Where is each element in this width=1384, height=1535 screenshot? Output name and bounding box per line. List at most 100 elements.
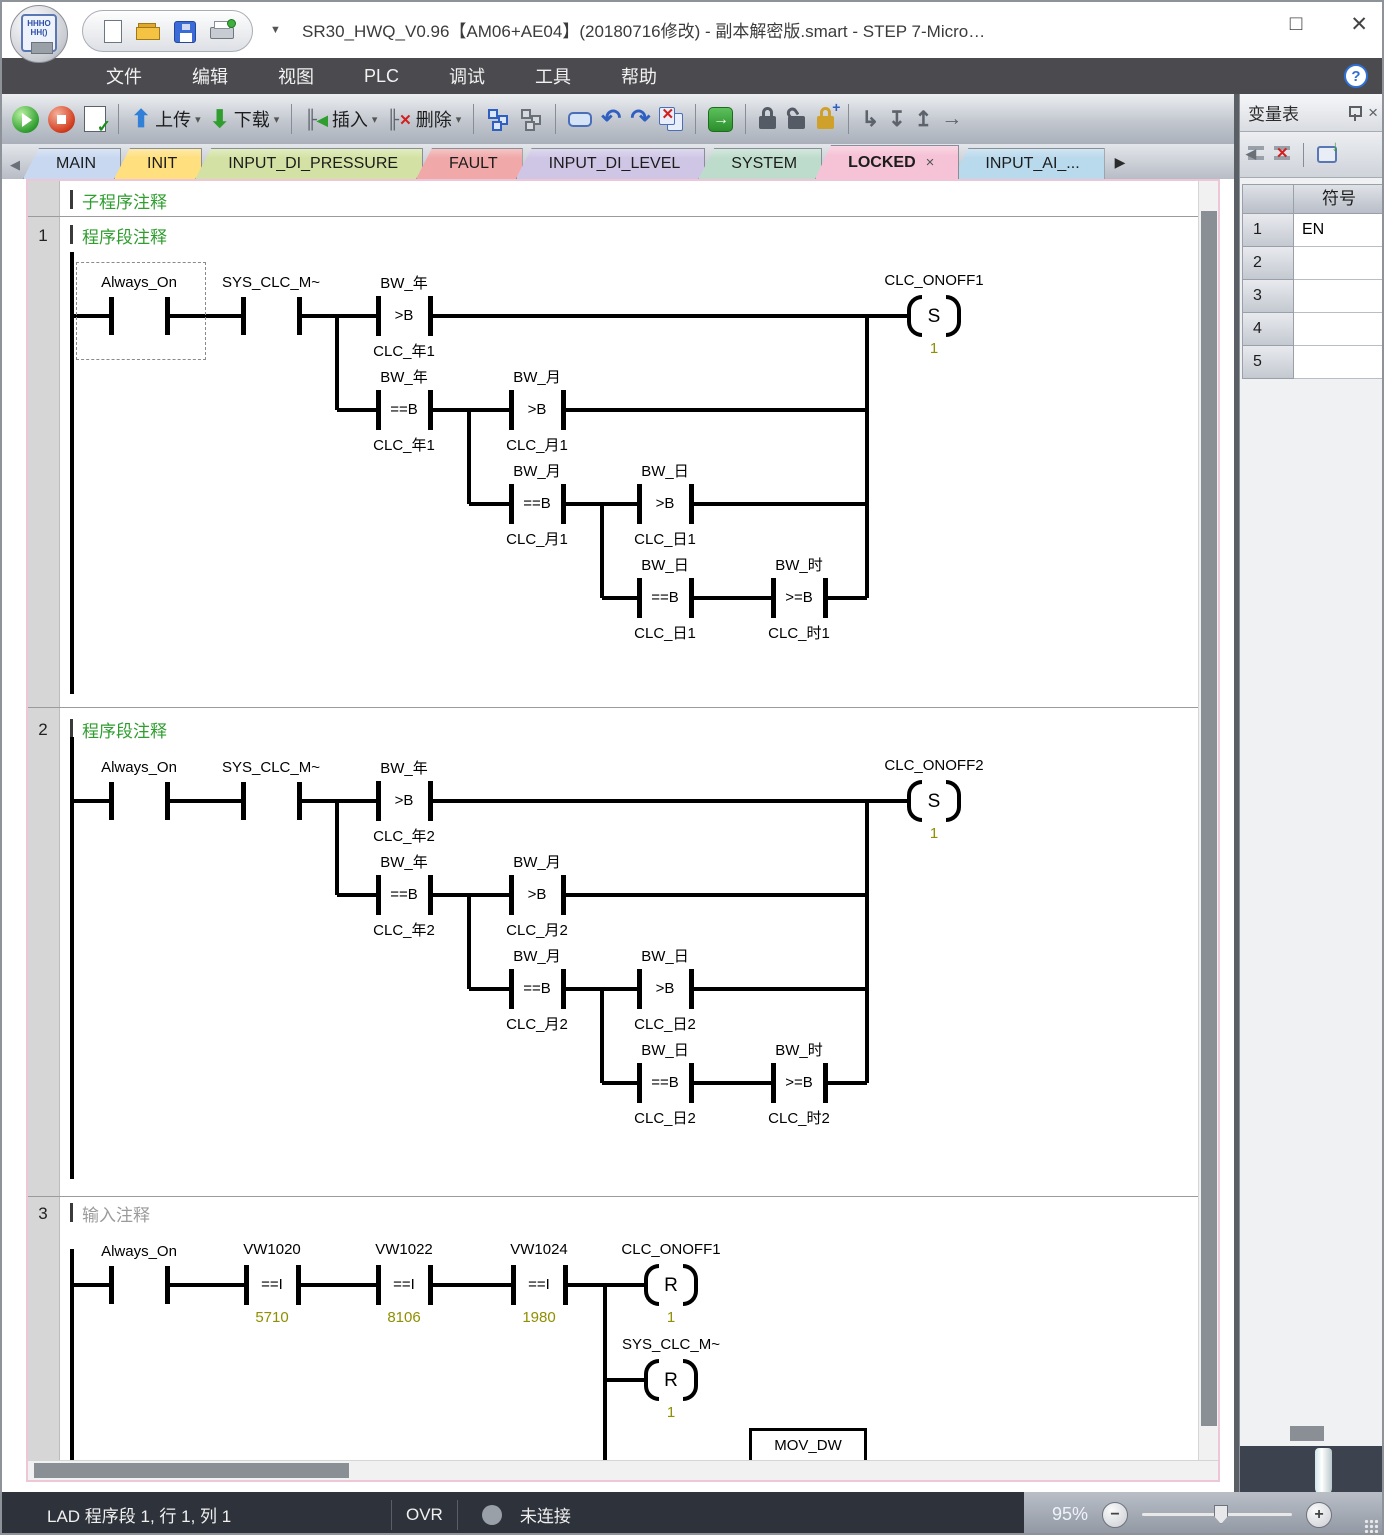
lock-closed-icon[interactable] xyxy=(758,107,778,131)
zoom-slider-thumb[interactable] xyxy=(1214,1505,1228,1524)
tab-SYSTEM[interactable]: SYSTEM xyxy=(698,148,822,179)
compare-op[interactable]: >=B xyxy=(775,1074,823,1091)
menu-item-4[interactable]: 调试 xyxy=(449,63,485,89)
delete-row-icon[interactable]: ✕ xyxy=(1274,146,1290,164)
coil-letter[interactable]: S xyxy=(914,791,954,813)
row-number-cell[interactable]: 4 xyxy=(1242,313,1294,346)
compare-op[interactable]: ==I xyxy=(248,1276,296,1293)
insert-button[interactable]: ╟◀ 插入 ▾ xyxy=(304,106,377,132)
symbol-cell[interactable] xyxy=(1294,313,1384,346)
compare-op[interactable]: ==B xyxy=(380,886,428,903)
tab-MAIN[interactable]: MAIN xyxy=(23,148,121,179)
editor-horizontal-scrollbar[interactable] xyxy=(28,1460,1218,1480)
panel-scroll-pill[interactable] xyxy=(1315,1448,1332,1496)
redo-icon[interactable]: ↷ xyxy=(630,109,650,129)
menu-item-0[interactable]: 文件 xyxy=(106,63,142,89)
network-comment[interactable]: 程序段注释 xyxy=(82,717,167,742)
zoom-slider-track[interactable] xyxy=(1142,1513,1292,1516)
row-number-cell[interactable]: 3 xyxy=(1242,280,1294,313)
download-button[interactable]: ⬇ 下载 ▾ xyxy=(210,105,280,134)
compare-op[interactable]: >B xyxy=(513,401,561,418)
tab-INPUT_DI_LEVEL[interactable]: INPUT_DI_LEVEL xyxy=(516,148,706,179)
ladder-line-up-icon[interactable]: ↥ xyxy=(915,107,933,132)
symbol-cell[interactable]: EN xyxy=(1294,214,1384,247)
insert-row-icon[interactable]: ◀ xyxy=(1248,146,1264,164)
menu-item-5[interactable]: 工具 xyxy=(535,63,571,89)
symbol-cell[interactable] xyxy=(1294,280,1384,313)
compare-op[interactable]: ==I xyxy=(380,1276,428,1293)
symbol-cell[interactable] xyxy=(1294,247,1384,280)
contact[interactable] xyxy=(241,781,301,821)
delete-pages-icon[interactable] xyxy=(659,107,683,131)
tab-LOCKED[interactable]: LOCKED× xyxy=(815,145,959,179)
coil-letter[interactable]: R xyxy=(651,1370,691,1392)
resize-grip[interactable] xyxy=(1364,1519,1378,1533)
program-blocks-icon[interactable] xyxy=(486,107,510,131)
program-blocks-gray-icon[interactable] xyxy=(519,107,543,131)
instruction-box[interactable]: MOV_DW xyxy=(749,1428,867,1460)
compare-op[interactable]: >B xyxy=(641,495,689,512)
tab-INPUT_DI_PRESSURE[interactable]: INPUT_DI_PRESSURE xyxy=(195,148,423,179)
vertical-scroll-thumb[interactable] xyxy=(1201,211,1217,1426)
tab-INPUT_AI_...[interactable]: INPUT_AI_... xyxy=(952,148,1104,179)
coil-letter[interactable]: S xyxy=(914,306,954,328)
menu-item-6[interactable]: 帮助 xyxy=(621,63,657,89)
go-to-icon[interactable]: → xyxy=(708,107,733,132)
tab-close-icon[interactable]: × xyxy=(926,154,935,171)
menu-item-2[interactable]: 视图 xyxy=(278,63,314,89)
horizontal-scroll-thumb[interactable] xyxy=(34,1463,349,1478)
zoom-in-button[interactable]: + xyxy=(1306,1502,1332,1528)
qat-dropdown-icon[interactable]: ▼ xyxy=(270,24,281,36)
compare-op[interactable]: ==B xyxy=(380,401,428,418)
compare-op[interactable]: ==B xyxy=(641,589,689,606)
pin-icon[interactable] xyxy=(1348,105,1360,121)
menu-item-3[interactable]: PLC xyxy=(364,66,399,87)
network-box-icon[interactable] xyxy=(568,112,592,127)
compare-op[interactable]: ==B xyxy=(513,980,561,997)
contact[interactable] xyxy=(241,296,301,336)
contact[interactable] xyxy=(109,1265,169,1305)
row-number-cell[interactable]: 2 xyxy=(1242,247,1294,280)
ladder-canvas[interactable]: 子程序注释1程序段注释Always_OnSYS_CLC_M~>BBW_年CLC_… xyxy=(28,181,1198,1460)
app-menu-button[interactable]: HHHOHH() xyxy=(10,5,68,63)
compare-op[interactable]: >B xyxy=(513,886,561,903)
compare-op[interactable]: >B xyxy=(380,792,428,809)
lock-open-icon[interactable] xyxy=(787,107,807,131)
tab-scroll-right-icon[interactable]: ▶ xyxy=(1115,154,1126,171)
download-table-icon[interactable] xyxy=(1317,146,1337,163)
ladder-line-down-icon[interactable]: ↧ xyxy=(888,107,906,132)
tab-scroll-left-icon[interactable]: ◀ xyxy=(10,157,20,173)
help-icon[interactable]: ? xyxy=(1344,64,1368,88)
menu-item-1[interactable]: 编辑 xyxy=(192,63,228,89)
row-number-cell[interactable]: 5 xyxy=(1242,346,1294,379)
variable-table-hscroll-thumb[interactable] xyxy=(1290,1426,1324,1441)
compare-op[interactable]: ==B xyxy=(513,495,561,512)
row-number-cell[interactable]: 1 xyxy=(1242,214,1294,247)
new-document-icon[interactable] xyxy=(104,20,122,43)
print-icon[interactable] xyxy=(210,19,234,43)
run-button[interactable] xyxy=(12,106,39,133)
close-button[interactable]: ✕ xyxy=(1350,12,1368,37)
restore-button[interactable]: □ xyxy=(1290,12,1303,37)
tab-INIT[interactable]: INIT xyxy=(114,148,202,179)
delete-button[interactable]: ╟✕ 删除 ▾ xyxy=(386,106,461,132)
save-icon[interactable] xyxy=(174,21,196,43)
lock-add-icon[interactable] xyxy=(816,107,836,131)
compile-icon[interactable] xyxy=(84,106,106,132)
compare-op[interactable]: >=B xyxy=(775,589,823,606)
compare-op[interactable]: ==I xyxy=(515,1276,563,1293)
zoom-out-button[interactable]: − xyxy=(1102,1502,1128,1528)
compare-op[interactable]: >B xyxy=(641,980,689,997)
compare-op[interactable]: >B xyxy=(380,307,428,324)
stop-button[interactable] xyxy=(48,106,75,133)
upload-button[interactable]: ⬆ 上传 ▾ xyxy=(131,105,201,134)
tab-FAULT[interactable]: FAULT xyxy=(416,148,523,179)
symbol-cell[interactable] xyxy=(1294,346,1384,379)
panel-close-icon[interactable]: × xyxy=(1368,103,1378,123)
undo-icon[interactable]: ↶ xyxy=(601,109,621,129)
compare-op[interactable]: ==B xyxy=(641,1074,689,1091)
ladder-line-right-icon[interactable]: → xyxy=(941,107,962,131)
subroutine-comment[interactable]: 子程序注释 xyxy=(82,188,167,213)
network-comment[interactable]: 输入注释 xyxy=(82,1201,150,1226)
network-comment[interactable]: 程序段注释 xyxy=(82,223,167,248)
